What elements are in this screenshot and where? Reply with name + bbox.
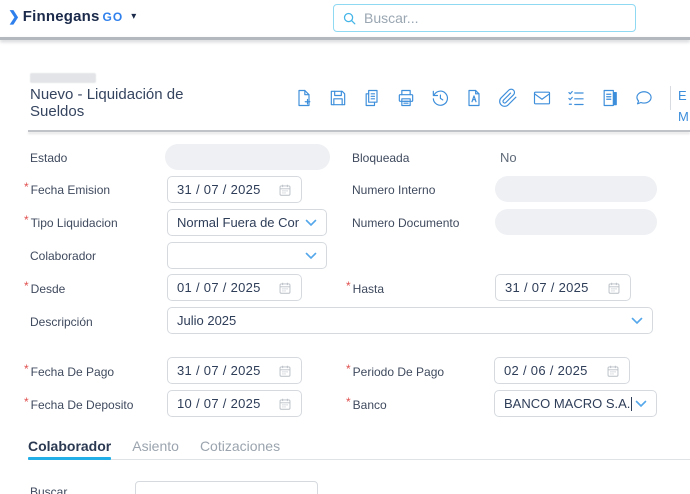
font-document-icon[interactable] — [463, 87, 484, 108]
descripcion-label: Descripción — [30, 315, 93, 329]
tab-asiento[interactable]: Asiento — [132, 438, 179, 459]
chevron-down-icon[interactable] — [631, 317, 643, 325]
fecha-de-deposito-field[interactable]: 10 / 07 / 2025 — [167, 390, 302, 417]
print-icon[interactable] — [395, 87, 416, 108]
banco-label: *Banco — [352, 398, 387, 412]
header-divider — [28, 130, 690, 132]
save-icon[interactable] — [327, 87, 348, 108]
colaborador-field[interactable] — [167, 242, 327, 269]
calendar-icon[interactable] — [278, 397, 292, 411]
calendar-icon[interactable] — [607, 281, 621, 295]
chevron-down-icon[interactable] — [305, 219, 317, 227]
tipo-liquidacion-field[interactable]: Normal Fuera de Conve — [167, 209, 327, 236]
chevron-down-icon[interactable] — [635, 400, 647, 408]
email-icon[interactable] — [531, 87, 552, 108]
toolbar-overflow: E M — [678, 88, 689, 124]
nav-divider — [0, 37, 690, 40]
logo-dropdown-caret-icon[interactable]: ▾ — [131, 11, 136, 22]
chevron-down-icon[interactable] — [305, 252, 317, 260]
estado-field — [165, 144, 330, 170]
calendar-icon[interactable] — [278, 364, 292, 378]
new-document-icon[interactable] — [293, 87, 314, 108]
comment-icon[interactable] — [633, 87, 654, 108]
calendar-icon[interactable] — [606, 364, 620, 378]
descripcion-field[interactable]: Julio 2025 — [167, 307, 653, 334]
global-search[interactable] — [333, 4, 636, 32]
calendar-icon[interactable] — [278, 183, 292, 197]
fecha-emision-label: *Fecha Emision — [30, 183, 110, 197]
toolbar-divider — [670, 86, 671, 110]
tab-colaborador[interactable]: Colaborador — [28, 438, 111, 459]
toolbar-overflow-label-top[interactable]: E — [678, 88, 689, 103]
hasta-label: *Hasta — [352, 282, 384, 296]
search-input[interactable] — [364, 10, 627, 26]
search-icon — [342, 11, 357, 26]
checklist-icon[interactable] — [565, 87, 586, 108]
attachment-icon[interactable] — [497, 87, 518, 108]
bloqueada-value: No — [500, 150, 517, 165]
toolbar — [293, 87, 654, 108]
logo-chevron-icon: ❯ — [8, 8, 20, 25]
top-nav: ❯ Finnegans GO ▾ — [0, 0, 690, 37]
tab-cotizaciones[interactable]: Cotizaciones — [200, 438, 280, 459]
report-icon[interactable] — [599, 87, 620, 108]
text-cursor — [631, 397, 632, 411]
colaborador-label: Colaborador — [30, 249, 96, 263]
desde-field[interactable]: 01 / 07 / 2025 — [167, 274, 302, 301]
tab-bar: Colaborador Asiento Cotizaciones — [28, 438, 690, 460]
buscar-colaborador-input[interactable] — [135, 481, 318, 494]
periodo-de-pago-label: *Periodo De Pago — [352, 365, 444, 379]
fecha-emision-field[interactable]: 31 / 07 / 2025 — [167, 176, 302, 203]
brand-suffix: GO — [103, 10, 124, 24]
finnegans-logo[interactable]: ❯ Finnegans GO ▾ — [8, 8, 136, 25]
fecha-de-pago-label: *Fecha De Pago — [30, 365, 114, 379]
numero-documento-field — [495, 209, 657, 235]
numero-documento-label: Numero Documento — [352, 216, 459, 230]
page-title: Nuevo - Liquidación de Sueldos — [30, 86, 225, 120]
buscar-colaborador-label: Buscar — [30, 485, 67, 494]
brand-name: Finnegans — [23, 8, 100, 25]
redacted-text — [30, 73, 96, 83]
numero-interno-label: Numero Interno — [352, 183, 435, 197]
calendar-icon[interactable] — [278, 281, 292, 295]
fecha-de-pago-field[interactable]: 31 / 07 / 2025 — [167, 357, 302, 384]
hasta-field[interactable]: 31 / 07 / 2025 — [495, 274, 631, 301]
fecha-de-deposito-label: *Fecha De Deposito — [30, 398, 133, 412]
numero-interno-field — [495, 176, 657, 202]
estado-label: Estado — [30, 151, 67, 165]
banco-field[interactable]: BANCO MACRO S.A. — [494, 390, 657, 417]
history-icon[interactable] — [429, 87, 450, 108]
tipo-liquidacion-label: *Tipo Liquidacion — [30, 216, 118, 230]
toolbar-overflow-label-bottom[interactable]: M — [678, 109, 689, 124]
copy-icon[interactable] — [361, 87, 382, 108]
periodo-de-pago-field[interactable]: 02 / 06 / 2025 — [494, 357, 630, 384]
app-window: ❯ Finnegans GO ▾ Nuevo - Liquidación de … — [0, 0, 690, 494]
desde-label: *Desde — [30, 282, 65, 296]
bloqueada-label: Bloqueada — [352, 151, 409, 165]
